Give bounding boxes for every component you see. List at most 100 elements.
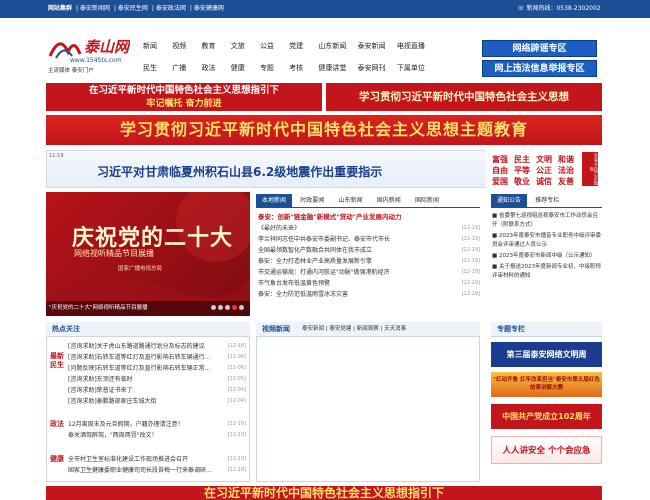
banner-theme-education[interactable]: 学习贯彻习近平新时代中国特色社会主义思想主题教育 [46, 115, 602, 145]
video-tab-observe[interactable]: 新闻观察 [357, 326, 379, 332]
logo-slogan: 主流媒体 泰安门户 [48, 68, 94, 74]
core-value: 民主 [514, 155, 530, 164]
topic-red-story[interactable]: "红动齐鲁 扛牢改革担当"泰安市第五届红色故事讲解大赛 [491, 372, 602, 397]
slideshow-subtitle: 网络视听精品节目展播 [74, 249, 154, 258]
hot-group-label: 政法 [50, 420, 64, 428]
video-tab-party[interactable]: 泰安党建 [329, 326, 351, 332]
list-item[interactable]: [咨询求助]东顶还有临时 [12-05] [68, 374, 246, 385]
site-link-minsheng[interactable]: 泰安民生网 [118, 5, 148, 12]
video-news-header: 视频新闻 泰安新闻 | 泰安党建 | 新闻观察 | 天天消事 [256, 322, 480, 337]
site-link-zhengfa[interactable]: 泰安政法网 [156, 5, 186, 12]
nav-item-taian-journal[interactable]: 泰安网刊 [358, 63, 395, 73]
list-item[interactable]: 国家卫生健康委职业健康司司长段苔梅一行来泰调研... [12-19] [68, 465, 246, 476]
list-item[interactable]: ■ 2023年度泰安市新闻中级（公示通知） [492, 252, 602, 261]
tab-international[interactable]: 国际新闻 [409, 194, 445, 208]
hot-item-date: [12-04] [227, 398, 246, 404]
list-item[interactable]: 全国最领数智化产数融合共同体在我市成立 [12-19] [258, 245, 480, 256]
illegal-report-button[interactable]: 网上违法信息举报专区 [482, 60, 597, 77]
list-item[interactable]: ■ 省委第七巡视组巡视泰安市工作动员会召开（附联系方式） [492, 212, 602, 230]
site-link-health[interactable]: 泰安健康网 [194, 5, 224, 12]
core-value: 友善 [558, 177, 574, 186]
nav-item-zhengfa[interactable]: 政法 [201, 63, 228, 73]
nav-item-health[interactable]: 健康 [231, 63, 258, 73]
list-item[interactable]: [问题反映]右转车道等红灯及直行影响右转车辆正常... [12-06] [68, 363, 246, 374]
headline-title[interactable]: 习近平对甘肃临夏州积石山县6.2级地震作出重要指示 [97, 163, 382, 180]
topic-party-anniversary[interactable]: 中国共产党成立102周年 [491, 404, 602, 429]
nav-item-subordinates[interactable]: 下属单位 [397, 63, 434, 73]
topic-civilization-week[interactable]: 第三届泰安网络文明周 [491, 342, 602, 367]
nav-item-charity[interactable]: 公益 [260, 41, 287, 51]
nav-item-topics[interactable]: 专题 [260, 63, 287, 73]
list-item[interactable]: [咨询求助]关于虎山东路道路通行划分及标志的建议 [12-18] [68, 341, 246, 352]
list-item[interactable]: [咨询求助]泰鹏路部家庄车城大街 [12-04] [68, 396, 246, 407]
list-item[interactable]: 《最好的未来》 [12-19] [258, 223, 480, 234]
tab-notices[interactable]: 通知公告 [491, 194, 528, 208]
tab-politics[interactable]: 时政要闻 [294, 194, 330, 208]
video-tab-daily[interactable]: 天天消事 [384, 326, 406, 332]
core-value: 法治 [558, 166, 574, 175]
list-item[interactable]: [咨询求助]荣普证书来了 [12-04] [68, 385, 246, 396]
nav-row-2: 民生 广播 政法 健康 专题 考核 健康讲堂 泰安网刊 下属单位 [143, 63, 434, 85]
slide-dot[interactable] [239, 305, 244, 310]
news-title: 市交通运输局：打通内河航运"动脉"做强港航经济 [258, 269, 390, 276]
banner-guidance[interactable]: 在习近平新时代中国特色社会主义思想指引下 牢记嘱托 奋力前进 [46, 83, 322, 111]
slide-dot[interactable] [211, 305, 216, 310]
nav-item-shandong-news[interactable]: 山东新闻 [318, 41, 355, 51]
nav-row-1: 新闻 视频 教育 文旅 公益 党建 山东新闻 泰安新闻 电视直播 [143, 41, 434, 63]
hot-group-minsheng: [咨询求助]关于虎山东路道路通行划分及标志的建议 [12-18] [咨询求助]右转… [68, 341, 246, 407]
list-item[interactable]: 李兰祥同志任中共泰安市委副书记、泰安市代市长 [12-19] [258, 234, 480, 245]
banner-bottom[interactable]: 在习近平新时代中国特色社会主义思想指引下 [46, 486, 602, 500]
nav-item-tv-live[interactable]: 电视直播 [397, 41, 434, 51]
list-item[interactable]: 市交通运输局：打通内河航运"动脉"做强港航经济 [12-19] [258, 267, 480, 278]
hot-item-date: [12-19] [227, 421, 246, 427]
nav-item-education[interactable]: 教育 [201, 41, 228, 51]
list-item[interactable]: ■ 关于报送2023年度新闻专业初、中级职称评审材料的通知 [492, 263, 602, 281]
list-item[interactable]: 泰安：全力打造林业产业高质量发展新引擎 [12-19] [258, 256, 480, 267]
nav-item-assessment[interactable]: 考核 [289, 63, 316, 73]
slide-dot-active[interactable] [232, 305, 237, 310]
banner-guidance-line1: 在习近平新时代中国特色社会主义思想指引下 [88, 85, 279, 96]
nav-item-party[interactable]: 党建 [289, 41, 316, 51]
news-lead[interactable]: 泰安：创新"链金融"新模式"贷动"产业发展内动力 [258, 212, 480, 223]
news-date: [12-19] [461, 291, 480, 297]
site-link-news[interactable]: 泰安新闻网 [80, 5, 110, 12]
list-item[interactable]: 市气象台发布低温黄色预警 [12-19] [258, 278, 480, 289]
logo-graphic: 泰山网 www.1545ts.com [48, 38, 132, 64]
nav-item-radio[interactable]: 广播 [172, 63, 199, 73]
news-title: 全国最领数智化产数融合共同体在我市成立 [258, 247, 373, 254]
nav-item-health-lecture[interactable]: 健康讲堂 [318, 63, 355, 73]
core-value: 诚信 [536, 177, 552, 186]
hot-item-title: [咨询求助]泰鹏路部家庄车城大街 [68, 398, 157, 405]
nav-item-minsheng[interactable]: 民生 [143, 63, 170, 73]
slideshow[interactable]: 庆祝党的二十大 网络视听精品节目展播 国家广播电视总局 "庆祝党的二十大"网络视… [46, 192, 250, 316]
list-item[interactable]: ■ 2023年度泰安市播音专业职务中级评审委员会评审通过人员公示 [492, 232, 602, 250]
slide-dot[interactable] [218, 305, 223, 310]
tab-domestic[interactable]: 国内新闻 [371, 194, 407, 208]
nav-item-culture[interactable]: 文旅 [231, 41, 258, 51]
news-date: [12-19] [461, 236, 480, 242]
site-logo[interactable]: 泰山网 www.1545ts.com 主流媒体 泰安门户 [46, 26, 132, 76]
rumor-zone-button[interactable]: 网络辟谣专区 [482, 40, 597, 57]
topic-safety[interactable]: 人人讲安全 个个会应急 [491, 436, 602, 464]
list-item[interactable]: 全市村卫生室标准化建设工作现场推进会召开 [12-19] [68, 454, 246, 465]
hot-item-date: [12-06] [227, 354, 246, 360]
list-item[interactable]: [咨询求助]右转车道等红灯及直行影响右转车辆通行... [12-06] [68, 352, 246, 363]
core-value: 富强 [492, 155, 508, 164]
tab-recommended[interactable]: 推荐专栏 [529, 194, 565, 208]
nav-item-video[interactable]: 视频 [172, 41, 199, 51]
tab-shandong[interactable]: 山东新闻 [333, 194, 369, 208]
news-title: 泰安：全力打造林业产业高质量发展新引擎 [258, 258, 373, 265]
headline-date: 12-19 [49, 153, 64, 159]
list-item[interactable]: 泰关酒驾醉驾，"两周两罚"改文！ [12-19] [68, 430, 246, 441]
banner-study[interactable]: 学习贯彻习近平新时代中国特色社会主义思想 [326, 83, 602, 111]
hot-group-zhengfa: 12月离周末及元旦假期，户籍办理请注意！ [12-19] 泰关酒驾醉驾，"两周两罚… [68, 419, 246, 441]
list-item[interactable]: 12月离周末及元旦假期，户籍办理请注意！ [12-19] [68, 419, 246, 430]
nav-item-news[interactable]: 新闻 [143, 41, 170, 51]
list-item[interactable]: 泰安：全力防范低温雨雪冰冻灾害 [12-19] [258, 289, 480, 300]
slide-dot[interactable] [225, 305, 230, 310]
nav-item-taian-news[interactable]: 泰安新闻 [358, 41, 395, 51]
hot-focus-header: 热点关注 [46, 322, 250, 337]
tab-local-news[interactable]: 本地新闻 [256, 194, 293, 208]
video-tab-taian-news[interactable]: 泰安新闻 [302, 326, 324, 332]
core-value: 自由 [492, 166, 508, 175]
